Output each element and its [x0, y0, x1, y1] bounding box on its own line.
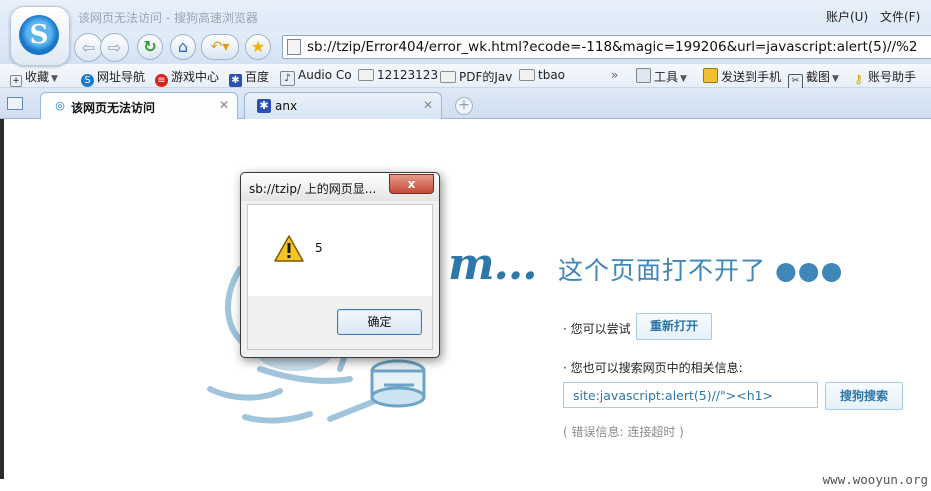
- dialog-title: sb://tzip/ 上的网页显...: [249, 182, 377, 196]
- dialog-titlebar[interactable]: sb://tzip/ 上的网页显... x: [241, 173, 439, 201]
- warning-icon: [274, 235, 304, 262]
- home-icon: ⌂: [177, 37, 189, 56]
- account-helper-button[interactable]: ⚷ 账号助手: [852, 68, 916, 86]
- sogou-logo-icon[interactable]: S: [10, 6, 70, 66]
- folder-icon: [440, 71, 456, 83]
- left-edge: [0, 119, 4, 479]
- tab-strip: ◎ 该网页无法访问 ✕ ✱ anx ✕ +: [0, 88, 931, 119]
- folder-icon: [519, 69, 535, 81]
- refresh-button[interactable]: ↻: [137, 34, 163, 60]
- window-title: 该网页无法访问 - 搜狗高速浏览器: [78, 11, 258, 25]
- new-tab-button[interactable]: +: [455, 97, 473, 115]
- tab-label: anx: [275, 99, 298, 113]
- try-label: · 您可以尝试: [563, 322, 631, 336]
- arrow-right-icon: ⇨: [107, 38, 122, 57]
- refresh-icon: ↻: [143, 37, 157, 56]
- screenshot-button[interactable]: ✂ 截图 ▼: [788, 68, 839, 89]
- favorite-button[interactable]: ★: [245, 34, 271, 60]
- address-url[interactable]: sb://tzip/Error404/error_wk.html?ecode=-…: [307, 39, 918, 55]
- undo-icon: ↶▾: [210, 39, 230, 55]
- bookmark-audio[interactable]: ♪ Audio Co: [280, 68, 352, 86]
- close-tab-icon[interactable]: ✕: [423, 98, 433, 112]
- back-button[interactable]: ⇦: [74, 33, 103, 62]
- search-hint: · 您也可以搜索网页中的相关信息:: [563, 361, 743, 375]
- baidu-paw-icon: ✱: [257, 99, 271, 113]
- sogou-search-button[interactable]: 搜狗搜索: [825, 382, 903, 410]
- nav-toolbar: ⇦ ⇨ ↻ ⌂ ↶▾ ★ sb://tzip/Error404/error_wk…: [0, 30, 931, 64]
- tab-label: 该网页无法访问: [71, 101, 156, 115]
- folder-icon: [358, 69, 374, 81]
- bookmark-games[interactable]: ≡ 游戏中心: [155, 68, 219, 87]
- tab-anx[interactable]: ✱ anx ✕: [244, 92, 442, 119]
- bookmark-baidu[interactable]: ✱ 百度: [229, 68, 269, 87]
- watermark: www.wooyun.org: [822, 472, 928, 487]
- page-content: m... 这个页面打不开了 ●●● · 您可以尝试 重新打开 · 您也可以搜索网…: [0, 119, 931, 491]
- send-to-phone-button[interactable]: 发送到手机: [703, 68, 781, 85]
- home-button[interactable]: ⌂: [170, 34, 196, 60]
- bookmarks-bar: + 收藏 ▼ S 网址导航 ≡ 游戏中心 ✱ 百度 ♪ Audio Co 12123123 …: [0, 64, 931, 89]
- menu-account[interactable]: 账户(U): [826, 8, 868, 25]
- bookmark-favorites[interactable]: + 收藏 ▼: [10, 68, 58, 87]
- plus-icon: +: [10, 75, 22, 87]
- star-icon: ★: [250, 37, 266, 56]
- chevron-down-icon: ▼: [51, 74, 58, 84]
- key-icon: ⚷: [854, 72, 863, 86]
- dialog-close-button[interactable]: x: [389, 174, 434, 194]
- undo-close-tab-button[interactable]: ↶▾: [201, 34, 239, 60]
- bookmark-nav[interactable]: S 网址导航: [81, 68, 145, 87]
- chevron-down-icon: ▼: [680, 74, 687, 84]
- arrow-left-icon: ⇦: [81, 38, 96, 57]
- error-logo: m...: [448, 239, 538, 290]
- bookmarks-overflow[interactable]: »: [611, 68, 618, 82]
- forward-button[interactable]: ⇨: [100, 33, 129, 62]
- sogou-icon: ◎: [55, 99, 65, 112]
- page-icon: ♪: [280, 71, 295, 86]
- chevron-down-icon: ▼: [832, 74, 839, 84]
- sogou-icon: S: [81, 74, 94, 87]
- search-input[interactable]: site:javascript:alert(5)//"><h1>: [563, 382, 818, 408]
- dialog-message: 5: [315, 241, 323, 255]
- reopen-button[interactable]: 重新打开: [636, 313, 712, 340]
- bookmark-folder-12123123[interactable]: 12123123: [358, 68, 438, 82]
- tools-menu[interactable]: 工具 ▼: [636, 68, 687, 85]
- ok-button[interactable]: 确定: [337, 309, 422, 335]
- tab-error-page[interactable]: ◎ 该网页无法访问 ✕: [40, 92, 238, 119]
- toolbox-icon: [636, 68, 651, 83]
- food-can-icon: [370, 359, 426, 408]
- bookmark-folder-pdf[interactable]: PDF的Jav: [440, 68, 512, 85]
- baidu-paw-icon: ✱: [229, 74, 242, 87]
- alert-dialog: sb://tzip/ 上的网页显... x 5 确定: [240, 172, 440, 358]
- game-icon: ≡: [155, 74, 168, 87]
- error-info: ( 错误信息: 连接超时 ): [563, 425, 684, 439]
- bookmark-folder-tbao[interactable]: tbao: [519, 68, 565, 82]
- address-bar[interactable]: sb://tzip/Error404/error_wk.html?ecode=-…: [282, 35, 931, 59]
- dialog-body: 5: [247, 204, 433, 297]
- error-heading: 这个页面打不开了 ●●●: [558, 256, 844, 285]
- tab-list-icon[interactable]: [7, 97, 23, 110]
- scissors-icon: ✂: [788, 74, 803, 89]
- menu-file[interactable]: 文件(F): [880, 8, 920, 25]
- close-tab-icon[interactable]: ✕: [219, 98, 229, 112]
- title-bar: 该网页无法访问 - 搜狗高速浏览器 账户(U) 文件(F): [0, 0, 931, 30]
- phone-icon: [703, 68, 718, 83]
- page-icon: [287, 39, 301, 55]
